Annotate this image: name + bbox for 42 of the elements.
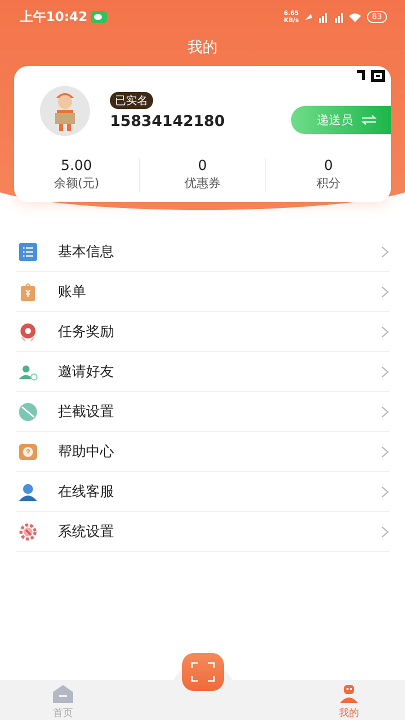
battery-level: 83 (366, 11, 387, 23)
chevron-right-icon (381, 446, 389, 458)
gear-icon (18, 522, 38, 542)
stat-label: 余额(元) (54, 175, 100, 192)
block-icon (18, 402, 38, 422)
page-title: 我的 (186, 37, 218, 58)
stat-label: 优惠券 (184, 175, 220, 192)
scan-button[interactable] (182, 653, 224, 691)
menu-item[interactable]: 系统设置 (58, 522, 361, 540)
phone-number: 15834142180 (110, 112, 225, 130)
robot-icon (338, 684, 360, 704)
stat-value: 0 (198, 158, 207, 174)
chat-app-icon (91, 11, 108, 23)
status-time: 上午10:42 (20, 9, 88, 26)
chevron-right-icon (381, 286, 389, 298)
signal-icons (302, 12, 363, 22)
menu-item[interactable]: 在线客服 (58, 482, 361, 500)
stat-value: 0 (324, 158, 333, 174)
chevron-right-icon (381, 366, 389, 378)
scan-icon (191, 662, 215, 682)
menu-item[interactable]: 基本信息 (58, 242, 361, 260)
menu-item[interactable]: 邀请好友 (58, 362, 361, 380)
chevron-right-icon (381, 246, 389, 258)
chevron-right-icon (381, 326, 389, 338)
menu-item[interactable]: 账单 (58, 282, 361, 300)
menu-item[interactable]: 任务奖励 (58, 322, 361, 340)
menu-item[interactable]: 拦截设置 (58, 402, 361, 420)
qr-code-icon[interactable] (357, 70, 387, 84)
list-icon (18, 242, 38, 262)
chevron-right-icon (381, 526, 389, 538)
stat-label: 积分 (316, 175, 340, 192)
medal-icon (18, 322, 38, 342)
chevron-right-icon (381, 406, 389, 418)
user-icon (18, 482, 38, 502)
help-icon (18, 442, 38, 462)
stat-value: 5.00 (60, 158, 92, 174)
shopping-bag-icon (18, 282, 38, 302)
swap-icon (361, 115, 377, 125)
verified-badge: 已实名 (110, 92, 153, 109)
home-icon (52, 684, 74, 704)
chevron-right-icon (381, 486, 389, 498)
menu-item[interactable]: 帮助中心 (58, 442, 361, 460)
